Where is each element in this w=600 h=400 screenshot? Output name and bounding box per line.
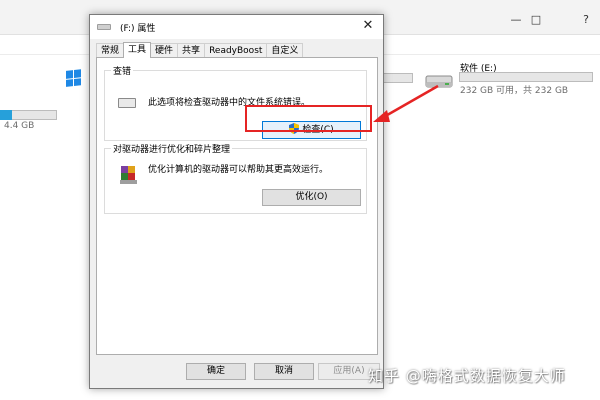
drive-c-size: 4.4 GB [4, 121, 35, 131]
error-checking-title: 查错 [111, 64, 134, 77]
windows-logo-icon [66, 69, 82, 87]
optimize-title: 对驱动器进行优化和碎片整理 [111, 142, 233, 155]
drive-icon [118, 98, 136, 108]
close-icon[interactable]: ✕ [360, 18, 376, 33]
tab-general[interactable]: 常规 [96, 43, 125, 58]
highlight-box [245, 105, 372, 132]
drive-e-size: 232 GB 可用，共 232 GB [460, 86, 569, 96]
drive-d-usage-bar [380, 73, 413, 83]
dialog-title-bar[interactable]: (F:) 属性 ✕ [90, 15, 383, 39]
tools-panel: 查错 此选项将检查驱动器中的文件系统错误。 检查(C) 对驱动器进行优化和碎片整… [96, 57, 378, 355]
drive-c-usage-fill [0, 110, 12, 120]
maximize-button[interactable]: □ [526, 10, 546, 30]
tab-hardware[interactable]: 硬件 [150, 43, 179, 58]
help-icon[interactable]: ? [576, 10, 596, 30]
dialog-title: (F:) 属性 [120, 24, 156, 34]
cancel-button[interactable]: 取消 [254, 363, 314, 380]
optimize-button[interactable]: 优化(O) [262, 189, 361, 206]
drive-e-usage-bar [459, 72, 593, 82]
optimize-group: 对驱动器进行优化和碎片整理 优化计算机的驱动器可以帮助其更高效运行。 优化(O) [104, 142, 367, 214]
tab-customize[interactable]: 自定义 [266, 43, 304, 58]
properties-dialog: (F:) 属性 ✕ 常规 工具 硬件 共享 ReadyBoost 自定义 查错 … [89, 14, 384, 389]
tab-tools[interactable]: 工具 [123, 42, 152, 58]
tab-readyboost[interactable]: ReadyBoost [204, 43, 268, 58]
tab-sharing[interactable]: 共享 [177, 43, 206, 58]
watermark: 知乎 @嗨格式数据恢复大师 [368, 367, 566, 385]
defrag-icon [120, 166, 137, 184]
red-arrow-icon [373, 84, 439, 122]
ok-button[interactable]: 确定 [186, 363, 246, 380]
drive-icon [97, 24, 111, 30]
optimize-description: 优化计算机的驱动器可以帮助其更高效运行。 [148, 165, 329, 175]
minimize-button[interactable]: — [506, 10, 526, 30]
tab-strip: 常规 工具 硬件 共享 ReadyBoost 自定义 [96, 42, 304, 58]
